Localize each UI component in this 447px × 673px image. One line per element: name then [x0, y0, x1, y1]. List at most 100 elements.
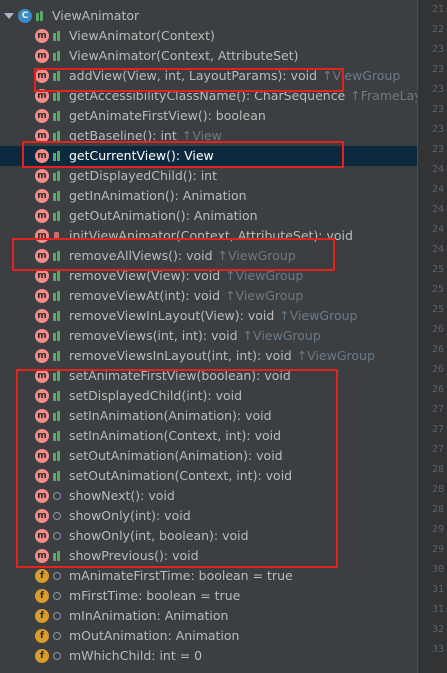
member-signature: mWhichChild: int = 0: [69, 648, 203, 663]
member-signature: removeViewInLayout(View): void ↑ViewGroup: [69, 306, 358, 326]
member-signature: mFirstTime: boolean = true: [69, 588, 241, 603]
method-row[interactable]: m ViewAnimator(Context, AttributeSet): [0, 46, 417, 66]
line-number: 24: [432, 164, 445, 175]
field-row[interactable]: f mWhichChild: int = 0: [0, 646, 417, 666]
addView-highlight: [34, 68, 344, 92]
field-row[interactable]: f mAnimateFirstTime: boolean = true: [0, 566, 417, 586]
setters-and-show-methods-highlight: [16, 369, 338, 568]
line-number: 25: [432, 284, 445, 295]
line-number: 28: [432, 504, 445, 515]
public-visibility-icon: [53, 31, 62, 41]
member-signature-text: removeViewInLayout(View): void: [69, 308, 275, 323]
public-visibility-icon: [53, 291, 62, 301]
public-visibility-icon: [53, 191, 62, 201]
method-icon: m: [35, 109, 49, 123]
method-row[interactable]: m removeViewAt(int): void ↑ViewGroup: [0, 286, 417, 306]
line-number: 28: [432, 464, 445, 475]
structure-tree: C ViewAnimator m ViewAnimator(Context) m Vi…: [0, 0, 417, 673]
field-row[interactable]: f mInAnimation: Animation: [0, 606, 417, 626]
public-visibility-icon: [53, 91, 62, 101]
line-number: 26: [432, 384, 445, 395]
method-icon: m: [35, 329, 49, 343]
method-icon: m: [35, 269, 49, 283]
line-number: 26: [432, 364, 445, 375]
public-visibility-icon: [53, 271, 62, 281]
method-row[interactable]: m removeViewsInLayout(int, int): void ↑Vie…: [0, 346, 417, 366]
public-visibility-icon: [53, 171, 62, 181]
member-signature: ViewAnimator(Context): [69, 28, 215, 43]
member-signature: removeViewAt(int): void ↑ViewGroup: [69, 286, 303, 306]
line-number: 23: [432, 84, 445, 95]
line-number: 23: [432, 104, 445, 115]
line-number: 22: [432, 24, 445, 35]
member-signature: getOutAnimation(): Animation: [69, 208, 258, 223]
member-signature: removeViews(int, int): void ↑ViewGroup: [69, 326, 321, 346]
line-number: 24: [432, 224, 445, 235]
public-visibility-icon: [53, 311, 62, 321]
method-row[interactable]: m getDisplayedChild(): int: [0, 166, 417, 186]
line-number: 30: [432, 564, 445, 575]
line-number: 23: [432, 124, 445, 135]
expand-arrow-icon[interactable]: [4, 13, 14, 19]
method-icon: m: [35, 169, 49, 183]
member-signature-text: removeViewAt(int): void: [69, 288, 221, 303]
class-node-viewanimator[interactable]: C ViewAnimator: [0, 6, 417, 26]
method-icon: m: [35, 29, 49, 43]
public-visibility-icon: [53, 331, 62, 341]
protected-visibility-icon: [53, 591, 61, 601]
public-visibility-icon: [53, 111, 62, 121]
line-number: 25: [432, 304, 445, 315]
line-number: 27: [432, 404, 445, 415]
removeAllViews-highlight: [12, 238, 335, 271]
class-icon: C: [18, 9, 32, 23]
field-row[interactable]: f mOutAnimation: Animation: [0, 626, 417, 646]
protected-visibility-icon: [53, 631, 61, 641]
method-icon: m: [35, 289, 49, 303]
method-row[interactable]: m removeViewInLayout(View): void ↑ViewGrou…: [0, 306, 417, 326]
public-visibility-icon: [36, 11, 45, 21]
member-signature: mInAnimation: Animation: [69, 608, 229, 623]
line-number: 25: [432, 264, 445, 275]
member-signature: getDisplayedChild(): int: [69, 168, 217, 183]
inherited-from-label: ↑ViewGroup: [225, 288, 304, 303]
field-icon: f: [35, 569, 49, 583]
line-number: 24: [432, 184, 445, 195]
member-signature: mOutAnimation: Animation: [69, 628, 240, 643]
line-number: 23: [432, 144, 445, 155]
line-number: 28: [432, 484, 445, 495]
line-number: 31: [432, 604, 445, 615]
field-icon: f: [35, 589, 49, 603]
method-row[interactable]: m getAnimateFirstView(): boolean: [0, 106, 417, 126]
class-name: ViewAnimator: [52, 8, 140, 23]
line-number: 23: [432, 64, 445, 75]
member-signature: mAnimateFirstTime: boolean = true: [69, 568, 293, 583]
public-visibility-icon: [53, 351, 62, 361]
method-row[interactable]: m ViewAnimator(Context): [0, 26, 417, 46]
method-row[interactable]: m getInAnimation(): Animation: [0, 186, 417, 206]
line-number: 26: [432, 344, 445, 355]
line-number: 26: [432, 324, 445, 335]
method-row[interactable]: m removeViews(int, int): void ↑ViewGroup: [0, 326, 417, 346]
line-number: 32: [432, 624, 445, 635]
protected-visibility-icon: [53, 571, 61, 581]
inherited-from-label: ↑FrameLayout: [350, 88, 417, 103]
public-visibility-icon: [53, 131, 62, 141]
method-icon: m: [35, 349, 49, 363]
inherited-from-label: ↑ViewGroup: [296, 348, 375, 363]
public-visibility-icon: [53, 51, 62, 61]
field-row[interactable]: f mFirstTime: boolean = true: [0, 586, 417, 606]
inherited-from-label: ↑ViewGroup: [242, 328, 321, 343]
member-signature: removeViewsInLayout(int, int): void ↑View…: [69, 346, 375, 366]
line-number: 29: [432, 524, 445, 535]
line-number: 27: [432, 424, 445, 435]
line-number: 29: [432, 544, 445, 555]
getCurrentView-highlight: [22, 141, 344, 168]
method-icon: m: [35, 209, 49, 223]
inherited-from-label: ↑ViewGroup: [279, 308, 358, 323]
field-icon: f: [35, 609, 49, 623]
line-number: 33: [432, 644, 445, 655]
method-row[interactable]: m getOutAnimation(): Animation: [0, 206, 417, 226]
line-number: 27: [432, 444, 445, 455]
member-signature-text: removeViews(int, int): void: [69, 328, 238, 343]
line-number: 31: [432, 584, 445, 595]
